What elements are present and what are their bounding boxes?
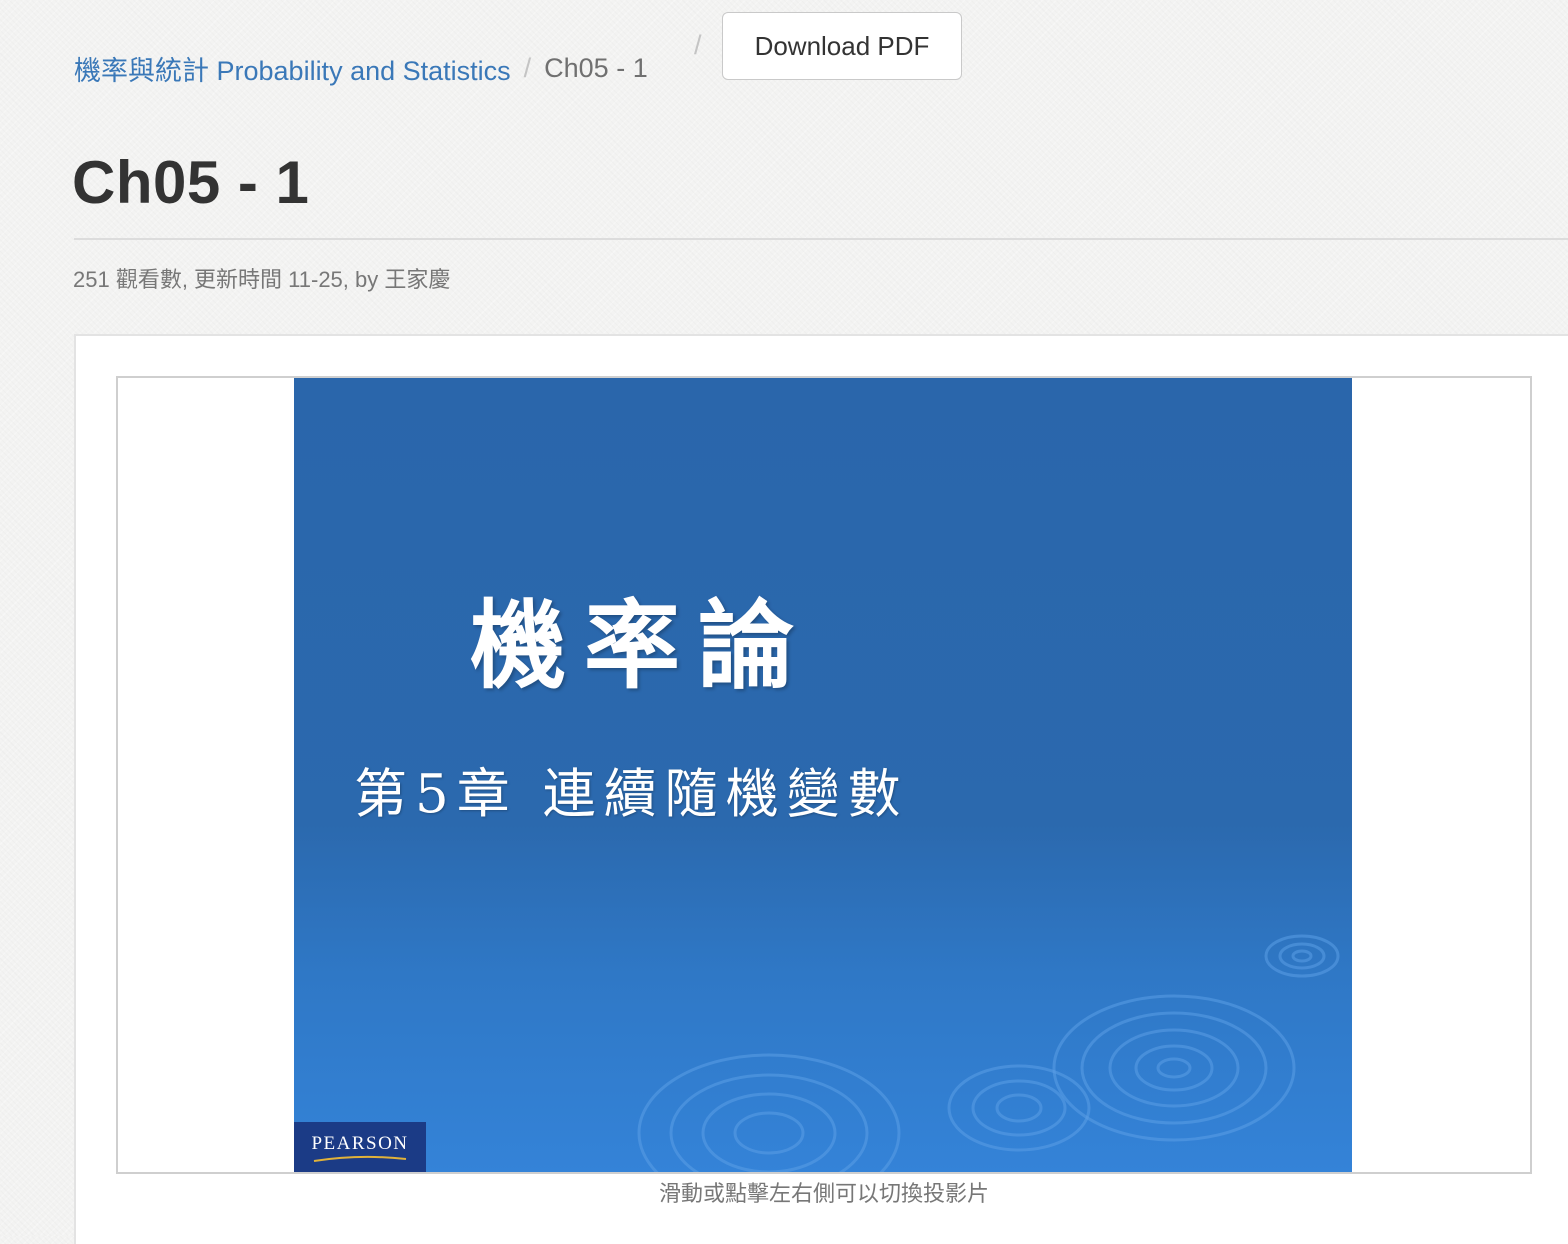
publisher-logo-text: PEARSON (311, 1132, 409, 1154)
logo-swoosh-icon (313, 1155, 407, 1162)
slide-image[interactable]: 機率論 第5章 連續隨機變數 PEARSON (294, 378, 1352, 1172)
slide-subtitle: 第5章 連續隨機變數 (354, 764, 909, 825)
breadcrumb-course-link[interactable]: 機率與統計 Probability and Statistics (74, 49, 511, 88)
slide-navigation-hint: 滑動或點擊左右側可以切換投影片 (658, 1181, 989, 1206)
slide-frame: 機率論 第5章 連續隨機變數 PEARSON (116, 376, 1532, 1174)
breadcrumb-separator: / (694, 30, 702, 60)
breadcrumb-separator: / (523, 52, 532, 83)
publisher-logo: PEARSON (294, 1122, 426, 1172)
title-divider (74, 238, 1568, 240)
slide-title: 機率論 (470, 589, 812, 702)
download-pdf-button[interactable]: Download PDF (722, 12, 962, 80)
breadcrumb: 機率與統計 Probability and Statistics / Ch05 … (74, 48, 648, 88)
page-meta: 251 觀看數, 更新時間 11-25, by 王家慶 (73, 267, 451, 292)
breadcrumb-current-page: Ch05 - 1 (544, 52, 648, 83)
page-title: Ch05 - 1 (72, 149, 310, 216)
